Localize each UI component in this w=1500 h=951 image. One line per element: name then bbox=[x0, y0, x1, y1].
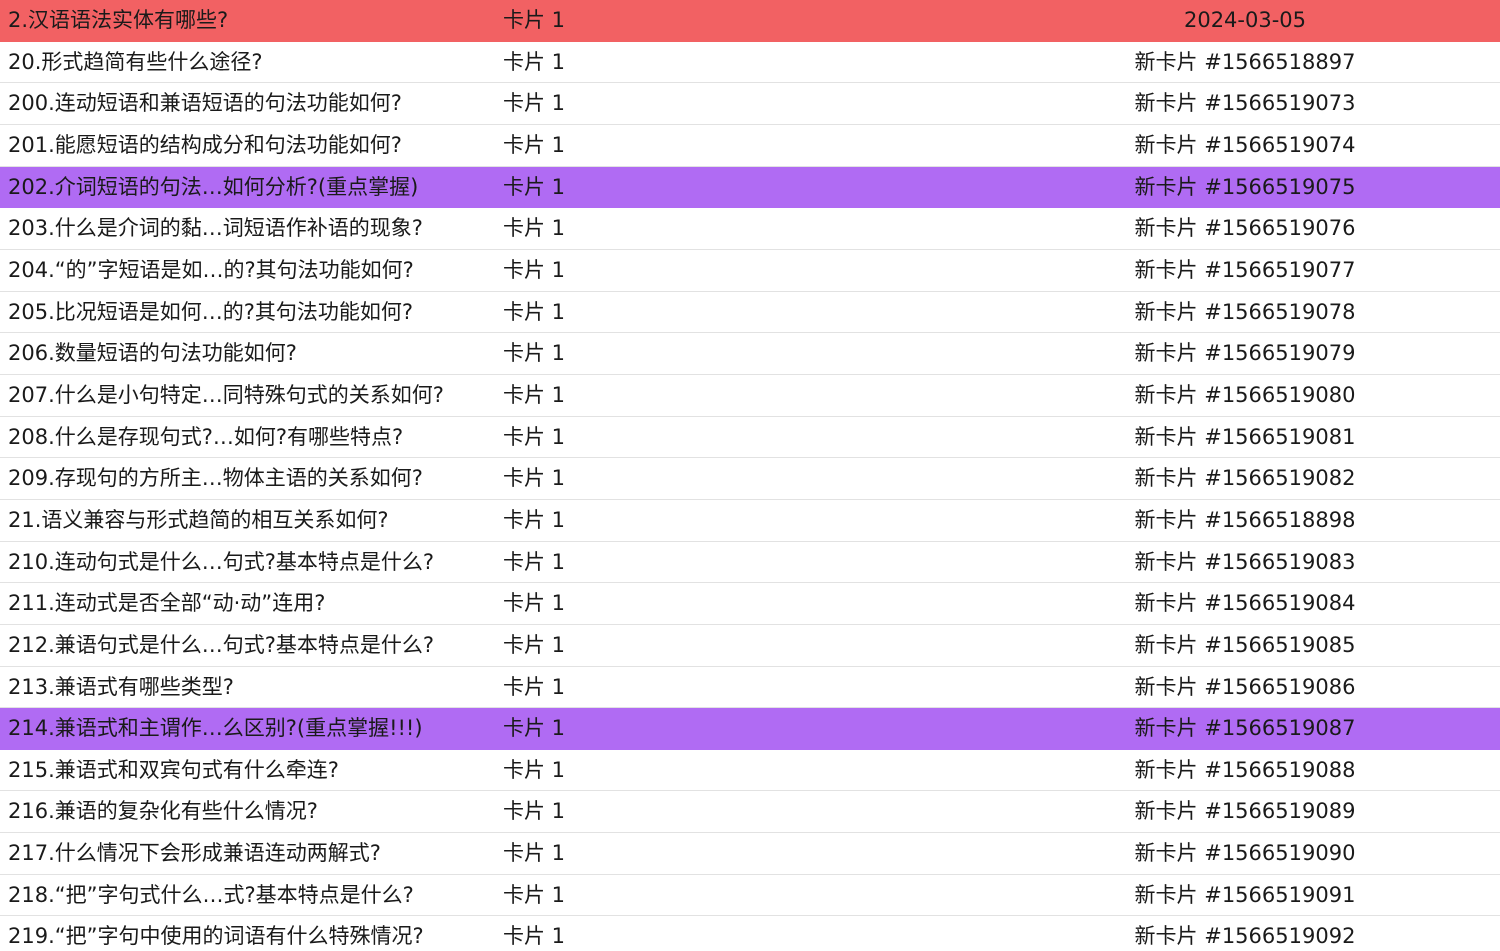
table-row[interactable]: 207.什么是小句特定…同特殊句式的关系如何? 卡片 1 新卡片 #15665190… bbox=[0, 374, 1500, 417]
card-type-cell: 卡片 1 bbox=[503, 382, 566, 407]
card-type-cell: 卡片 1 bbox=[503, 841, 566, 866]
card-type-cell: 卡片 1 bbox=[503, 49, 566, 74]
table-row[interactable]: 203.什么是介词的黏…词短语作补语的现象? 卡片 1 新卡片 #156651907… bbox=[0, 208, 1500, 250]
card-type-cell: 卡片 1 bbox=[503, 799, 566, 824]
due-cell: 新卡片 #1566519075 bbox=[1134, 174, 1356, 199]
due-cell: 新卡片 #1566519073 bbox=[1134, 91, 1356, 116]
card-type-cell: 卡片 1 bbox=[503, 132, 566, 157]
due-cell: 新卡片 #1566519081 bbox=[1134, 424, 1356, 449]
table-row[interactable]: 21.语义兼容与形式趋简的相互关系如何? 卡片 1 新卡片 #1566518898 bbox=[0, 499, 1500, 542]
table-row[interactable]: 210.连动句式是什么…句式?基本特点是什么? 卡片 1 新卡片 #15665190… bbox=[0, 541, 1500, 584]
sort-field-cell: 2.汉语语法实体有哪些? bbox=[8, 8, 229, 32]
card-type-cell: 卡片 1 bbox=[503, 924, 566, 949]
due-cell: 新卡片 #1566519088 bbox=[1134, 757, 1356, 782]
sort-field-cell: 203.什么是介词的黏…词短语作补语的现象? bbox=[8, 216, 423, 241]
table-row[interactable]: 217.什么情况下会形成兼语连动两解式? 卡片 1 新卡片 #1566519090 bbox=[0, 833, 1500, 875]
table-row[interactable]: 211.连动式是否全部“动·动”连用? 卡片 1 新卡片 #1566519084 bbox=[0, 583, 1500, 625]
card-type-cell: 卡片 1 bbox=[503, 216, 566, 241]
due-cell: 新卡片 #1566519083 bbox=[1134, 549, 1356, 574]
table-row[interactable]: 2.汉语语法实体有哪些? 卡片 1 2024-03-05 bbox=[0, 0, 1500, 42]
card-type-cell: 卡片 1 bbox=[503, 674, 566, 699]
due-cell: 新卡片 #1566518898 bbox=[1134, 507, 1356, 532]
card-type-cell: 卡片 1 bbox=[503, 882, 566, 907]
due-cell: 新卡片 #1566519092 bbox=[1134, 924, 1356, 949]
sort-field-cell: 205.比况短语是如何…的?其句法功能如何? bbox=[8, 299, 414, 324]
due-cell: 新卡片 #1566519080 bbox=[1134, 382, 1356, 407]
sort-field-cell: 201.能愿短语的结构成分和句法功能如何? bbox=[8, 132, 402, 157]
card-list: 2.汉语语法实体有哪些? 卡片 1 2024-03-05 20.形式趋简有些什么途径?… bbox=[0, 0, 1500, 951]
due-cell: 新卡片 #1566519082 bbox=[1134, 466, 1356, 491]
card-type-cell: 卡片 1 bbox=[503, 591, 566, 616]
sort-field-cell: 210.连动句式是什么…句式?基本特点是什么? bbox=[8, 549, 435, 574]
card-type-cell: 卡片 1 bbox=[503, 757, 566, 782]
sort-field-cell: 212.兼语句式是什么…句式?基本特点是什么? bbox=[8, 632, 435, 657]
card-type-cell: 卡片 1 bbox=[503, 174, 566, 199]
card-type-cell: 卡片 1 bbox=[503, 632, 566, 657]
table-row[interactable]: 20.形式趋简有些什么途径? 卡片 1 新卡片 #1566518897 bbox=[0, 41, 1500, 84]
table-row[interactable]: 204.“的”字短语是如…的?其句法功能如何? 卡片 1 新卡片 #15665190… bbox=[0, 249, 1500, 292]
sort-field-cell: 21.语义兼容与形式趋简的相互关系如何? bbox=[8, 507, 389, 532]
sort-field-cell: 209.存现句的方所主…物体主语的关系如何? bbox=[8, 466, 423, 491]
due-cell: 新卡片 #1566519076 bbox=[1134, 216, 1356, 241]
card-type-cell: 卡片 1 bbox=[503, 716, 566, 741]
sort-field-cell: 211.连动式是否全部“动·动”连用? bbox=[8, 591, 326, 616]
sort-field-cell: 202.介词短语的句法…如何分析?(重点掌握) bbox=[8, 174, 419, 199]
due-cell: 新卡片 #1566518897 bbox=[1134, 49, 1356, 74]
sort-field-cell: 215.兼语式和双宾句式有什么牵连? bbox=[8, 757, 339, 782]
due-cell: 新卡片 #1566519077 bbox=[1134, 257, 1356, 282]
sort-field-cell: 208.什么是存现句式?…如何?有哪些特点? bbox=[8, 424, 404, 449]
card-type-cell: 卡片 1 bbox=[503, 341, 566, 366]
card-type-cell: 卡片 1 bbox=[503, 549, 566, 574]
table-row[interactable]: 214.兼语式和主谓作…么区别?(重点掌握!!!) 卡片 1 新卡片 #156651… bbox=[0, 708, 1500, 750]
table-row[interactable]: 215.兼语式和双宾句式有什么牵连? 卡片 1 新卡片 #1566519088 bbox=[0, 749, 1500, 792]
due-cell: 新卡片 #1566519085 bbox=[1134, 632, 1356, 657]
sort-field-cell: 213.兼语式有哪些类型? bbox=[8, 674, 234, 699]
card-type-cell: 卡片 1 bbox=[503, 257, 566, 282]
sort-field-cell: 207.什么是小句特定…同特殊句式的关系如何? bbox=[8, 382, 444, 407]
card-type-cell: 卡片 1 bbox=[503, 466, 566, 491]
due-cell: 2024-03-05 bbox=[1183, 8, 1307, 32]
table-row[interactable]: 206.数量短语的句法功能如何? 卡片 1 新卡片 #1566519079 bbox=[0, 333, 1500, 375]
sort-field-cell: 217.什么情况下会形成兼语连动两解式? bbox=[8, 841, 381, 866]
table-row[interactable]: 218.“把”字句式什么…式?基本特点是什么? 卡片 1 新卡片 #15665190… bbox=[0, 874, 1500, 917]
table-row[interactable]: 208.什么是存现句式?…如何?有哪些特点? 卡片 1 新卡片 #156651908… bbox=[0, 416, 1500, 459]
sort-field-cell: 200.连动短语和兼语短语的句法功能如何? bbox=[8, 91, 402, 116]
sort-field-cell: 216.兼语的复杂化有些什么情况? bbox=[8, 799, 318, 824]
sort-field-cell: 20.形式趋简有些什么途径? bbox=[8, 49, 263, 74]
table-row[interactable]: 213.兼语式有哪些类型? 卡片 1 新卡片 #1566519086 bbox=[0, 666, 1500, 709]
card-type-cell: 卡片 1 bbox=[503, 8, 566, 32]
due-cell: 新卡片 #1566519084 bbox=[1134, 591, 1356, 616]
table-row[interactable]: 216.兼语的复杂化有些什么情况? 卡片 1 新卡片 #1566519089 bbox=[0, 791, 1500, 834]
table-row[interactable]: 219.“把”字句中使用的词语有什么特殊情况? 卡片 1 新卡片 #15665190… bbox=[0, 916, 1500, 951]
table-row[interactable]: 202.介词短语的句法…如何分析?(重点掌握) 卡片 1 新卡片 #15665190… bbox=[0, 166, 1500, 209]
table-row[interactable]: 212.兼语句式是什么…句式?基本特点是什么? 卡片 1 新卡片 #15665190… bbox=[0, 624, 1500, 667]
sort-field-cell: 204.“的”字短语是如…的?其句法功能如何? bbox=[8, 257, 414, 282]
table-row[interactable]: 205.比况短语是如何…的?其句法功能如何? 卡片 1 新卡片 #156651907… bbox=[0, 291, 1500, 334]
due-cell: 新卡片 #1566519090 bbox=[1134, 841, 1356, 866]
sort-field-cell: 206.数量短语的句法功能如何? bbox=[8, 341, 297, 366]
due-cell: 新卡片 #1566519089 bbox=[1134, 799, 1356, 824]
due-cell: 新卡片 #1566519079 bbox=[1134, 341, 1356, 366]
sort-field-cell: 214.兼语式和主谓作…么区别?(重点掌握!!!) bbox=[8, 716, 423, 741]
card-type-cell: 卡片 1 bbox=[503, 91, 566, 116]
card-type-cell: 卡片 1 bbox=[503, 507, 566, 532]
due-cell: 新卡片 #1566519074 bbox=[1134, 132, 1356, 157]
sort-field-cell: 219.“把”字句中使用的词语有什么特殊情况? bbox=[8, 924, 424, 949]
due-cell: 新卡片 #1566519086 bbox=[1134, 674, 1356, 699]
card-type-cell: 卡片 1 bbox=[503, 424, 566, 449]
card-type-cell: 卡片 1 bbox=[503, 299, 566, 324]
sort-field-cell: 218.“把”字句式什么…式?基本特点是什么? bbox=[8, 882, 414, 907]
due-cell: 新卡片 #1566519087 bbox=[1134, 716, 1356, 741]
table-row[interactable]: 209.存现句的方所主…物体主语的关系如何? 卡片 1 新卡片 #156651908… bbox=[0, 458, 1500, 500]
due-cell: 新卡片 #1566519091 bbox=[1134, 882, 1356, 907]
table-row[interactable]: 200.连动短语和兼语短语的句法功能如何? 卡片 1 新卡片 #1566519073 bbox=[0, 83, 1500, 125]
due-cell: 新卡片 #1566519078 bbox=[1134, 299, 1356, 324]
table-row[interactable]: 201.能愿短语的结构成分和句法功能如何? 卡片 1 新卡片 #1566519074 bbox=[0, 124, 1500, 167]
